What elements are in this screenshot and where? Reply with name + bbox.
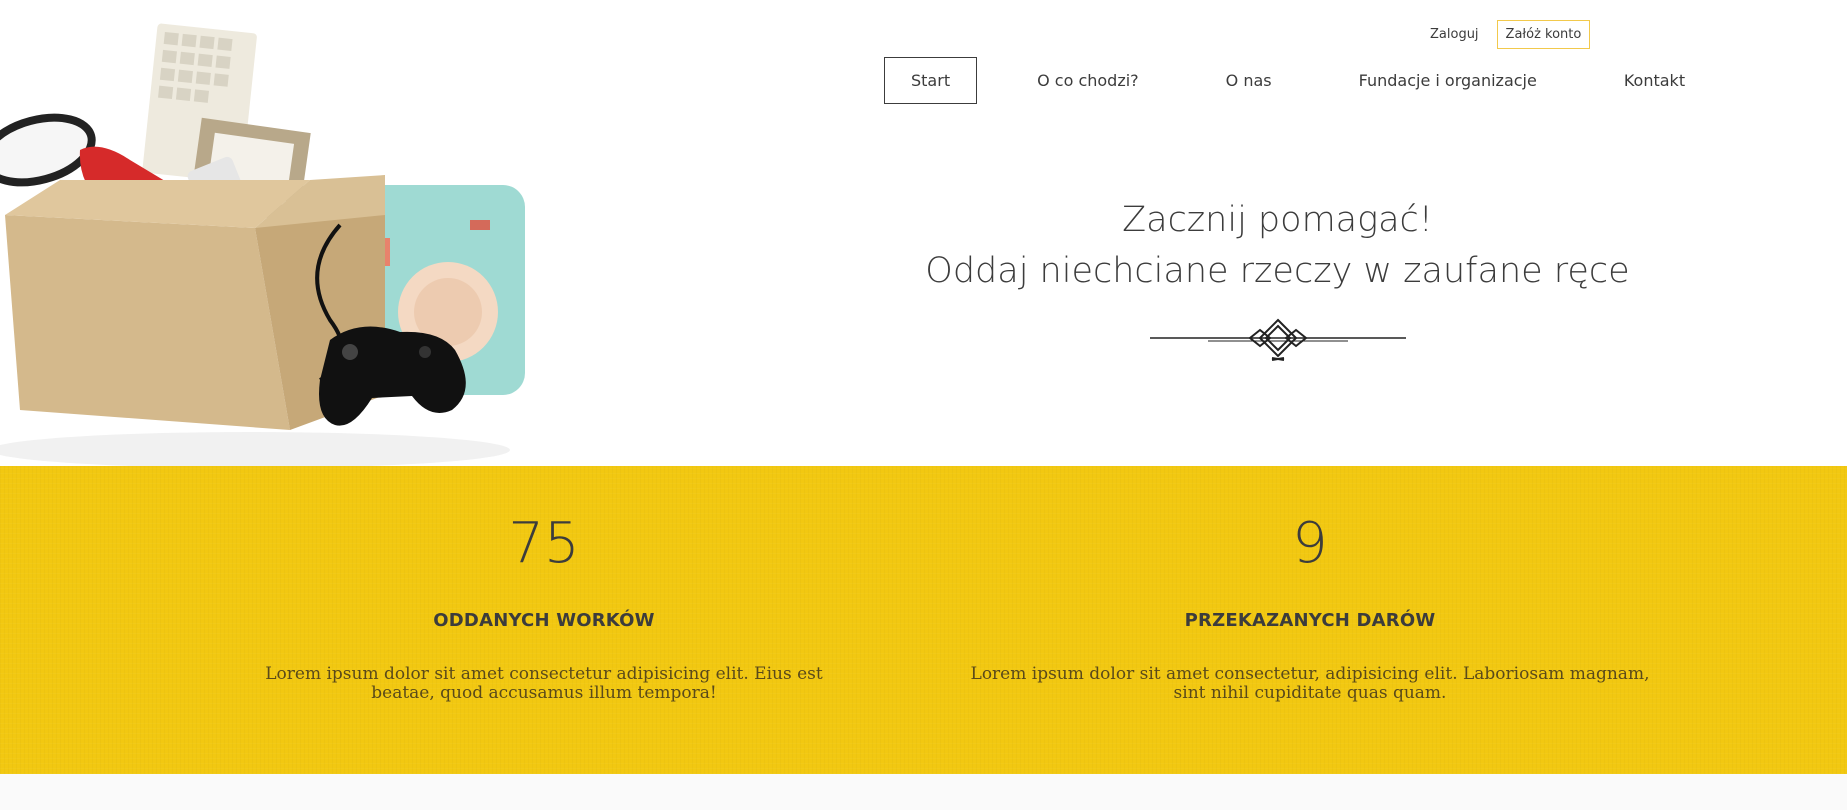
page-title: Zacznij pomagać! Oddaj niechciane rzeczy… — [880, 195, 1675, 297]
nav-item-contact[interactable]: Kontakt — [1597, 57, 1712, 104]
login-link[interactable]: Zaloguj — [1430, 27, 1479, 42]
nav-item-about-idea[interactable]: O co chodzi? — [1010, 57, 1166, 104]
stats-section: 75 ODDANYCH WORKÓW Lorem ipsum dolor sit… — [0, 466, 1847, 774]
auth-links: Zaloguj Załóż konto — [1430, 20, 1591, 49]
stat-donations: 9 PRZEKAZANYCH DARÓW Lorem ipsum dolor s… — [955, 466, 1665, 703]
headline-line-2: Oddaj niechciane rzeczy w zaufane ręce — [925, 251, 1630, 291]
stat-label: ODDANYCH WORKÓW — [433, 610, 655, 631]
nav-item-start[interactable]: Start — [884, 57, 978, 104]
stat-value: 9 — [1292, 511, 1328, 576]
hero-section: Zaloguj Załóż konto Start O co chodzi? O… — [0, 0, 1847, 466]
donation-box-image — [0, 0, 530, 466]
stat-description: Lorem ipsum dolor sit amet consectetur a… — [265, 664, 823, 703]
nav-item-foundations[interactable]: Fundacje i organizacje — [1332, 57, 1564, 104]
stat-label: PRZEKAZANYCH DARÓW — [1184, 610, 1436, 631]
stat-bags: 75 ODDANYCH WORKÓW Lorem ipsum dolor sit… — [234, 466, 854, 703]
main-navigation: Start O co chodzi? O nas Fundacje i orga… — [884, 57, 1745, 104]
section-divider — [0, 774, 1847, 810]
hero-headline: Zacznij pomagać! Oddaj niechciane rzeczy… — [880, 195, 1675, 297]
stat-description: Lorem ipsum dolor sit amet consectetur, … — [970, 664, 1650, 703]
headline-line-1: Zacznij pomagać! — [1122, 200, 1433, 240]
decorative-ornament-icon — [1148, 316, 1408, 362]
stat-value: 75 — [508, 511, 580, 576]
nav-item-about-us[interactable]: O nas — [1199, 57, 1299, 104]
register-button[interactable]: Załóż konto — [1496, 20, 1591, 49]
